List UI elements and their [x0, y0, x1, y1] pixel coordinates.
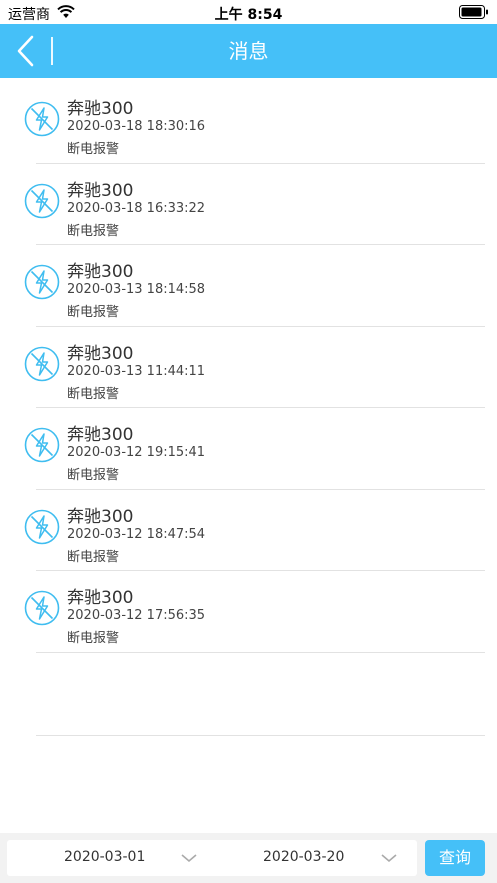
- message-time: 2020-03-13 11:44:11: [67, 363, 206, 379]
- message-item[interactable]: 奔驰300 2020-03-12 17:56:35 断电报警: [0, 571, 497, 653]
- message-type: 断电报警: [67, 305, 120, 320]
- message-list: 奔驰300 2020-03-18 18:30:16 断电报警 奔驰300 2020-03…: [0, 82, 497, 653]
- message-type: 断电报警: [67, 142, 120, 157]
- chevron-down-icon[interactable]: [181, 853, 197, 863]
- date-filter-bar: 2020-03-01 2020-03-20 查询: [0, 833, 497, 883]
- message-item[interactable]: 奔驰300 2020-03-13 18:14:58 断电报警: [0, 245, 497, 327]
- message-type: 断电报警: [67, 468, 120, 483]
- message-title: 奔驰300: [67, 262, 134, 282]
- status-bar: 运营商 上午 8:54: [0, 0, 497, 24]
- chevron-left-icon: [17, 35, 34, 67]
- power-off-icon: [24, 101, 60, 137]
- date-range-box: 2020-03-01 2020-03-20: [7, 840, 417, 876]
- end-date-picker[interactable]: 2020-03-20: [263, 849, 344, 865]
- message-item[interactable]: 奔驰300 2020-03-18 16:33:22 断电报警: [0, 164, 497, 245]
- battery-icon: [459, 5, 488, 19]
- message-item[interactable]: 奔驰300 2020-03-13 11:44:11 断电报警: [0, 327, 497, 408]
- back-button[interactable]: [12, 34, 42, 68]
- message-type: 断电报警: [67, 631, 120, 646]
- page-title: 消息: [228, 39, 269, 63]
- message-title: 奔驰300: [67, 425, 134, 445]
- message-type: 断电报警: [67, 549, 120, 565]
- message-time: 2020-03-12 17:56:35: [67, 608, 206, 623]
- power-off-icon: [24, 346, 60, 382]
- chevron-down-icon[interactable]: [381, 853, 397, 863]
- message-title: 奔驰300: [67, 588, 134, 608]
- message-title: 奔驰300: [67, 506, 134, 527]
- query-button[interactable]: 查询: [425, 840, 485, 876]
- message-type: 断电报警: [67, 223, 120, 239]
- message-time: 2020-03-18 16:33:22: [67, 200, 206, 216]
- message-time: 2020-03-13 18:14:58: [67, 282, 206, 297]
- message-time: 2020-03-18 18:30:16: [67, 119, 206, 134]
- power-off-icon: [24, 264, 60, 300]
- message-item[interactable]: 奔驰300 2020-03-12 19:15:41 断电报警: [0, 408, 497, 490]
- message-time: 2020-03-12 19:15:41: [67, 445, 206, 460]
- list-separator: [36, 651, 485, 653]
- message-type: 断电报警: [67, 386, 120, 402]
- start-date-picker[interactable]: 2020-03-01: [64, 849, 145, 865]
- power-off-icon: [24, 427, 60, 463]
- message-title: 奔驰300: [67, 99, 134, 119]
- message-time: 2020-03-12 18:47:54: [67, 526, 206, 542]
- message-title: 奔驰300: [67, 180, 134, 201]
- nav-bar: 消息: [0, 24, 497, 78]
- power-off-icon: [24, 183, 60, 219]
- message-item[interactable]: 奔驰300 2020-03-12 18:47:54 断电报警: [0, 490, 497, 571]
- nav-divider: [51, 37, 53, 65]
- power-off-icon: [24, 590, 60, 626]
- message-title: 奔驰300: [67, 343, 134, 364]
- power-off-icon: [24, 509, 60, 545]
- list-separator: [36, 735, 485, 736]
- message-item[interactable]: 奔驰300 2020-03-18 18:30:16 断电报警: [0, 82, 497, 164]
- status-time: 上午 8:54: [214, 7, 283, 23]
- screen: 运营商 上午 8:54 消息 奔驰300 2020-03-18 18:30:16 断…: [0, 0, 497, 883]
